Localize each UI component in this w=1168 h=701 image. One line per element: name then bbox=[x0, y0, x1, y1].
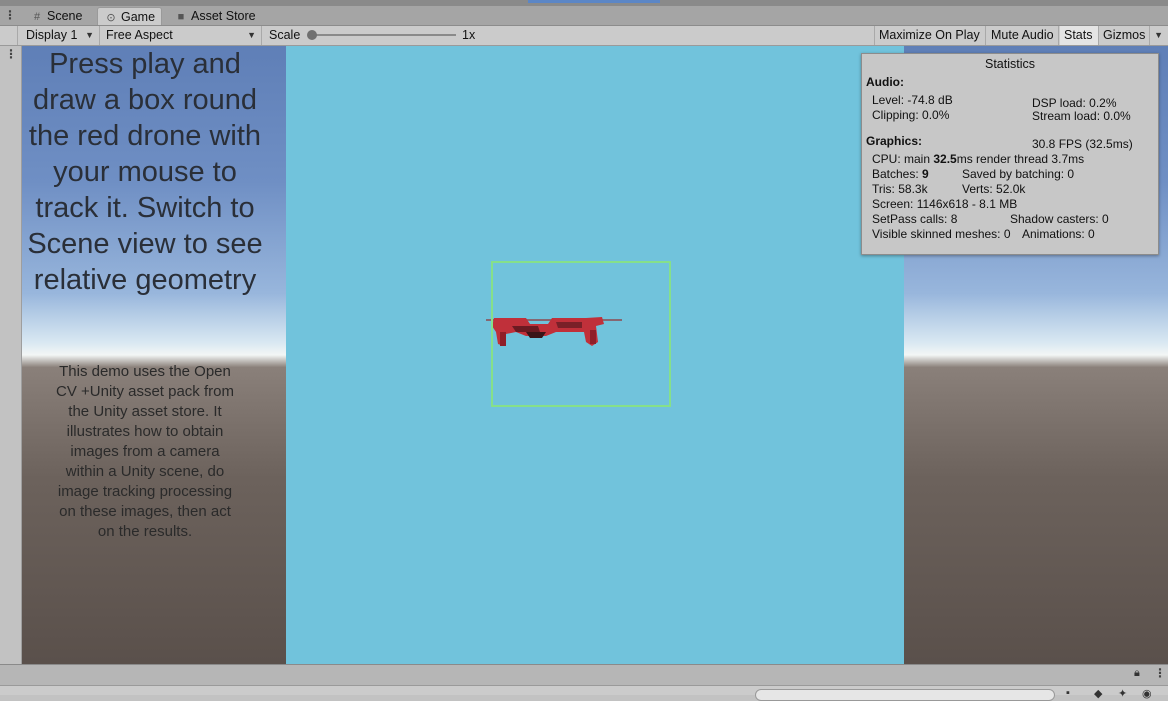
instruction-headline: Press play and draw a box round the red … bbox=[27, 48, 263, 296]
stats-toggle[interactable]: Stats bbox=[1060, 26, 1099, 45]
display-dropdown[interactable]: Display 1 ▼ bbox=[22, 26, 100, 45]
graphics-section-label: Graphics: bbox=[866, 134, 923, 148]
chevron-down-icon: ▼ bbox=[1154, 30, 1163, 40]
left-gutter: ⋮ bbox=[0, 46, 22, 664]
statistics-overlay: Statistics Audio: Level: -74.8 dB DSP lo… bbox=[861, 53, 1159, 255]
instruction-panel: Press play and draw a box round the red … bbox=[22, 46, 286, 664]
gizmos-toggle[interactable]: Gizmos bbox=[1099, 26, 1150, 45]
audio-clipping: Clipping: 0.0% bbox=[872, 108, 950, 122]
scale-label: Scale bbox=[269, 28, 301, 42]
gamepad-icon: ⊙ bbox=[106, 12, 116, 24]
audio-section-label: Audio: bbox=[866, 75, 904, 89]
toolbar-left-stub[interactable] bbox=[0, 26, 18, 45]
grid-icon: # bbox=[33, 11, 41, 23]
scale-slider-handle[interactable] bbox=[307, 30, 317, 40]
setpass-calls: SetPass calls: 8 bbox=[872, 212, 958, 226]
statistics-title: Statistics bbox=[984, 57, 1035, 71]
tab-scene[interactable]: # Scene bbox=[24, 7, 88, 25]
tab-bar: ⋮ # Scene ⊙ Game ■ Asset Store bbox=[0, 6, 1168, 26]
animations-count: Animations: 0 bbox=[1022, 227, 1095, 241]
shadow-casters: Shadow casters: 0 bbox=[1010, 212, 1109, 226]
chevron-down-icon: ▼ bbox=[85, 30, 94, 40]
tab-asset-store-label: Asset Store bbox=[191, 9, 256, 23]
tab-scene-label: Scene bbox=[47, 9, 83, 23]
aspect-dropdown[interactable]: Free Aspect ▼ bbox=[102, 26, 262, 45]
tab-game-label: Game bbox=[121, 10, 156, 24]
cpu-main-value: 32.5 bbox=[933, 152, 957, 166]
cpu-main-label: CPU: main bbox=[872, 152, 934, 166]
game-toolbar: Display 1 ▼ Free Aspect ▼ Scale 1x Maxim… bbox=[0, 26, 1168, 46]
cpu-timing: CPU: main 32.5ms render thread 3.7ms bbox=[872, 152, 1084, 166]
maximize-on-play-label: Maximize On Play bbox=[879, 28, 980, 42]
chevron-down-icon: ▼ bbox=[247, 30, 256, 40]
play-mode-indicator bbox=[528, 0, 660, 3]
instruction-description: This demo uses the Open CV +Unity asset … bbox=[56, 363, 234, 540]
fps-readout: 30.8 FPS (32.5ms) bbox=[1032, 137, 1133, 151]
cpu-main-unit: ms render thread 3.7ms bbox=[956, 152, 1085, 166]
batches-label: Batches: bbox=[872, 167, 923, 181]
star-icon[interactable]: ✦ bbox=[1118, 687, 1127, 700]
mute-audio-toggle[interactable]: Mute Audio bbox=[987, 26, 1059, 45]
shopping-bag-icon: ■ bbox=[177, 11, 185, 23]
batches: Batches: 9 bbox=[872, 167, 929, 181]
bottom-panel-bar: 🔒︎ ⋮ ▪ ◆ ✦ ◉ bbox=[0, 664, 1168, 701]
scale-slider-track[interactable] bbox=[312, 34, 456, 36]
dsp-load: DSP load: 0.2% bbox=[1032, 96, 1117, 110]
display-dropdown-label: Display 1 bbox=[26, 28, 78, 42]
stats-label: Stats bbox=[1064, 28, 1093, 42]
tracking-box[interactable] bbox=[491, 261, 671, 407]
bottom-menu-kebab-icon[interactable]: ⋮ bbox=[1154, 666, 1166, 680]
screen-info: Screen: 1146x618 - 8.1 MB bbox=[872, 197, 1018, 211]
tab-game[interactable]: ⊙ Game bbox=[97, 7, 163, 25]
gizmos-label: Gizmos bbox=[1103, 28, 1146, 42]
visible-skinned-meshes: Visible skinned meshes: 0 bbox=[872, 227, 1011, 241]
scale-value: 1x bbox=[462, 28, 476, 42]
aspect-dropdown-label: Free Aspect bbox=[106, 28, 173, 42]
panel-menu-kebab-icon[interactable]: ⋮ bbox=[5, 47, 17, 61]
batches-value: 9 bbox=[922, 167, 929, 181]
camera-render-texture[interactable] bbox=[286, 46, 904, 664]
filter-icon[interactable]: ▪ bbox=[1066, 687, 1070, 699]
verts-count: Verts: 52.0k bbox=[962, 182, 1026, 196]
tris-count: Tris: 58.3k bbox=[872, 182, 928, 196]
lock-icon[interactable]: 🔒︎ bbox=[1134, 667, 1140, 680]
saved-by-batching: Saved by batching: 0 bbox=[962, 167, 1075, 181]
audio-level: Level: -74.8 dB bbox=[872, 93, 953, 107]
gizmos-dropdown[interactable]: ▼ bbox=[1150, 26, 1168, 45]
tab-asset-store[interactable]: ■ Asset Store bbox=[168, 7, 262, 25]
eye-icon[interactable]: ◉ bbox=[1142, 687, 1152, 700]
mute-audio-label: Mute Audio bbox=[991, 28, 1054, 42]
search-input[interactable] bbox=[755, 689, 1055, 701]
maximize-on-play-toggle[interactable]: Maximize On Play bbox=[875, 26, 986, 45]
tab-menu-kebab-icon[interactable]: ⋮ bbox=[4, 8, 16, 22]
label-icon[interactable]: ◆ bbox=[1094, 687, 1102, 700]
stream-load: Stream load: 0.0% bbox=[1032, 109, 1131, 123]
